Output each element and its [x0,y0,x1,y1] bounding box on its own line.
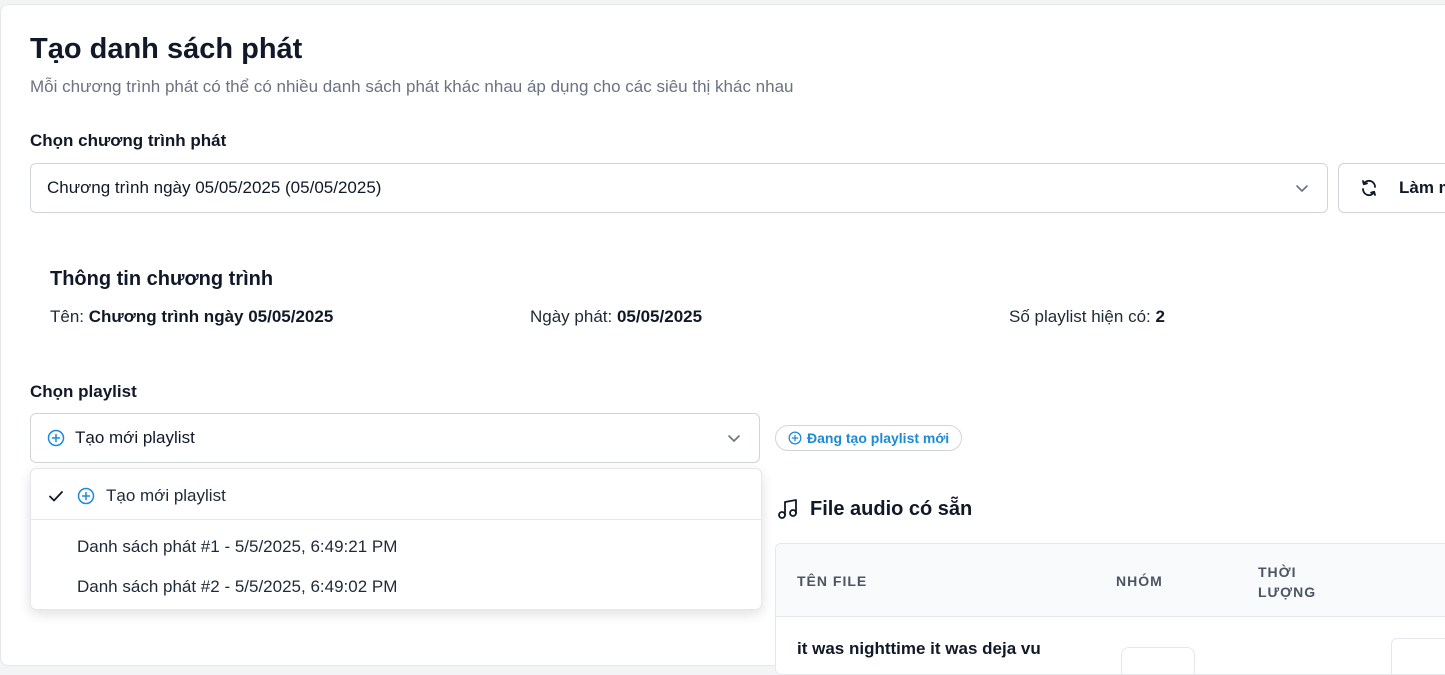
column-header-group[interactable]: Nhóm [1116,573,1163,589]
refresh-button[interactable]: Làm mới [1338,163,1445,213]
menu-divider [31,519,761,520]
refresh-icon [1362,179,1376,197]
audio-files-table: Tên file Nhóm Thời lượng it was nighttim… [775,543,1445,675]
group-select[interactable] [1121,647,1195,674]
page-title: Tạo danh sách phát [30,33,303,65]
refresh-button-label: Làm mới [1399,178,1445,197]
menu-item-new-playlist[interactable]: Tạo mới playlist [31,476,761,516]
playlist-select-label: Chọn playlist [30,382,137,401]
playlist-count-row: Số playlist hiện có: 2 [1009,307,1165,327]
menu-item-playlist-1[interactable]: Danh sách phát #1 - 5/5/2025, 6:49:21 PM [31,527,761,567]
add-to-playlist-button[interactable] [1391,638,1445,674]
playlist-count-value: 2 [1155,307,1165,326]
menu-item-label: Danh sách phát #2 - 5/5/2025, 6:49:02 PM [77,577,398,596]
table-header: Tên file Nhóm Thời lượng [776,544,1445,617]
column-header-file-name[interactable]: Tên file [797,573,867,589]
column-header-duration[interactable]: Thời lượng [1258,562,1338,602]
menu-item-label: Tạo mới playlist [106,486,226,505]
menu-item-label: Danh sách phát #1 - 5/5/2025, 6:49:21 PM [77,537,398,556]
chevron-down-icon [1296,185,1308,192]
audio-files-title: File audio có sẵn [776,497,972,521]
program-name-value: Chương trình ngày 05/05/2025 [88,307,334,326]
table-cell-file-name: it was nighttime it was deja vu [797,639,1041,658]
program-date-row: Ngày phát: 05/05/2025 [530,307,702,327]
program-date-value: 05/05/2025 [616,307,703,326]
check-icon [49,491,63,502]
music-note-icon [778,499,797,519]
program-select[interactable]: Chương trình ngày 05/05/2025 (05/05/2025… [30,163,1328,213]
menu-item-playlist-2[interactable]: Danh sách phát #2 - 5/5/2025, 6:49:02 PM [31,567,761,607]
plus-circle-icon [77,487,95,505]
program-date-label: Ngày phát: [530,307,613,326]
program-name-row: Tên: Chương trình ngày 05/05/2025 [50,307,333,327]
playlist-count-label: Số playlist hiện có: [1009,307,1151,326]
status-badge: Đang tạo playlist mới [775,425,963,451]
page-subtitle: Mỗi chương trình phát có thể có nhiều da… [30,77,794,96]
playlist-select-value: Tạo mới playlist [75,428,195,447]
chevron-down-icon [728,435,740,442]
playlist-dropdown-menu: Tạo mới playlist Danh sách phát #1 - 5/5… [30,468,762,610]
playlist-select[interactable]: Tạo mới playlist [30,413,760,463]
program-select-label: Chọn chương trình phát [30,131,227,150]
audio-files-title-label: File audio có sẵn [810,497,973,520]
plus-circle-icon [788,431,802,445]
status-badge-label: Đang tạo playlist mới [807,430,950,446]
plus-circle-icon [47,429,65,447]
program-info-title: Thông tin chương trình [50,268,274,290]
program-name-label: Tên: [50,307,85,326]
program-select-value: Chương trình ngày 05/05/2025 (05/05/2025… [47,178,382,197]
